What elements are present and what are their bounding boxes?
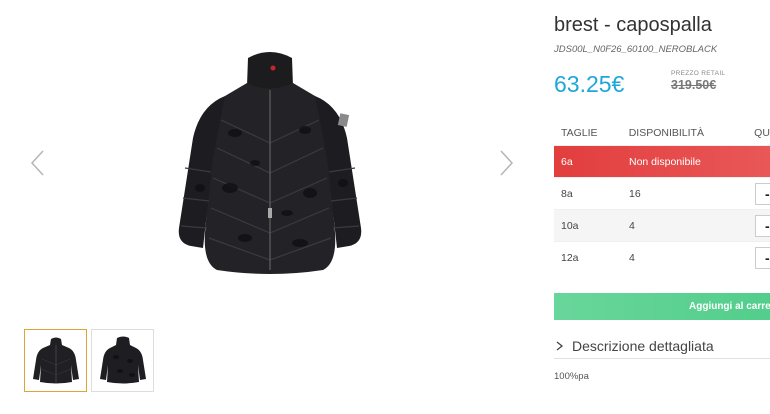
availability-value: 16 xyxy=(629,187,641,200)
header-quantity: QU xyxy=(754,126,770,139)
description-toggle-label: Descrizione dettagliata xyxy=(572,338,714,354)
size-label: 12a xyxy=(561,251,579,264)
gallery-next-button[interactable] xyxy=(496,148,516,178)
size-row: 10a 4 - xyxy=(554,209,770,241)
thumbnail-front[interactable] xyxy=(24,329,87,392)
quantity-decrement-button[interactable]: - xyxy=(755,182,770,205)
size-table: TAGLIE DISPONIBILITÀ QU 6a Non disponibi… xyxy=(554,120,770,273)
chevron-right-icon xyxy=(500,150,514,176)
size-label: 10a xyxy=(561,219,579,232)
product-sku: JDS00L_N0F26_60100_NEROBLACK xyxy=(554,44,718,55)
product-main-image xyxy=(155,38,385,283)
product-price: 63.25€ xyxy=(554,71,625,97)
retail-price-block: PREZZO RETAIL 319.50€ xyxy=(671,70,725,92)
description-text: 100%pa xyxy=(554,371,589,382)
header-size: TAGLIE xyxy=(561,126,598,139)
size-label: 6a xyxy=(561,155,573,168)
size-row: 8a 16 - xyxy=(554,177,770,209)
size-label: 8a xyxy=(561,187,573,200)
jacket-back-thumbnail xyxy=(99,336,146,383)
availability-value: Non disponibile xyxy=(629,155,701,168)
header-availability: DISPONIBILITÀ xyxy=(628,126,704,139)
product-title: brest - capospalla xyxy=(554,14,712,36)
retail-price-value: 319.50€ xyxy=(671,78,717,92)
quantity-decrement-button[interactable]: - xyxy=(755,214,770,237)
product-gallery xyxy=(0,0,540,414)
availability-value: 4 xyxy=(629,251,635,264)
description-toggle[interactable]: Descrizione dettagliata xyxy=(554,334,770,359)
gallery-prev-button[interactable] xyxy=(28,148,48,178)
quantity-decrement-button[interactable]: - xyxy=(755,246,770,269)
availability-value: 4 xyxy=(629,219,635,232)
retail-price-label: PREZZO RETAIL xyxy=(671,70,726,77)
size-table-header: TAGLIE DISPONIBILITÀ QU xyxy=(554,120,770,145)
add-to-cart-button[interactable]: Aggiungi al carrel xyxy=(554,293,770,320)
size-row: 12a 4 - xyxy=(554,241,770,273)
thumbnail-back[interactable] xyxy=(91,329,154,392)
chevron-right-icon xyxy=(556,341,564,351)
jacket-image xyxy=(178,52,362,274)
jacket-front-thumbnail xyxy=(32,337,79,383)
size-row: 6a Non disponibile xyxy=(554,145,770,177)
thumbnail-list xyxy=(24,329,154,392)
product-info: brest - capospalla JDS00L_N0F26_60100_NE… xyxy=(554,0,770,414)
chevron-left-icon xyxy=(30,150,44,176)
